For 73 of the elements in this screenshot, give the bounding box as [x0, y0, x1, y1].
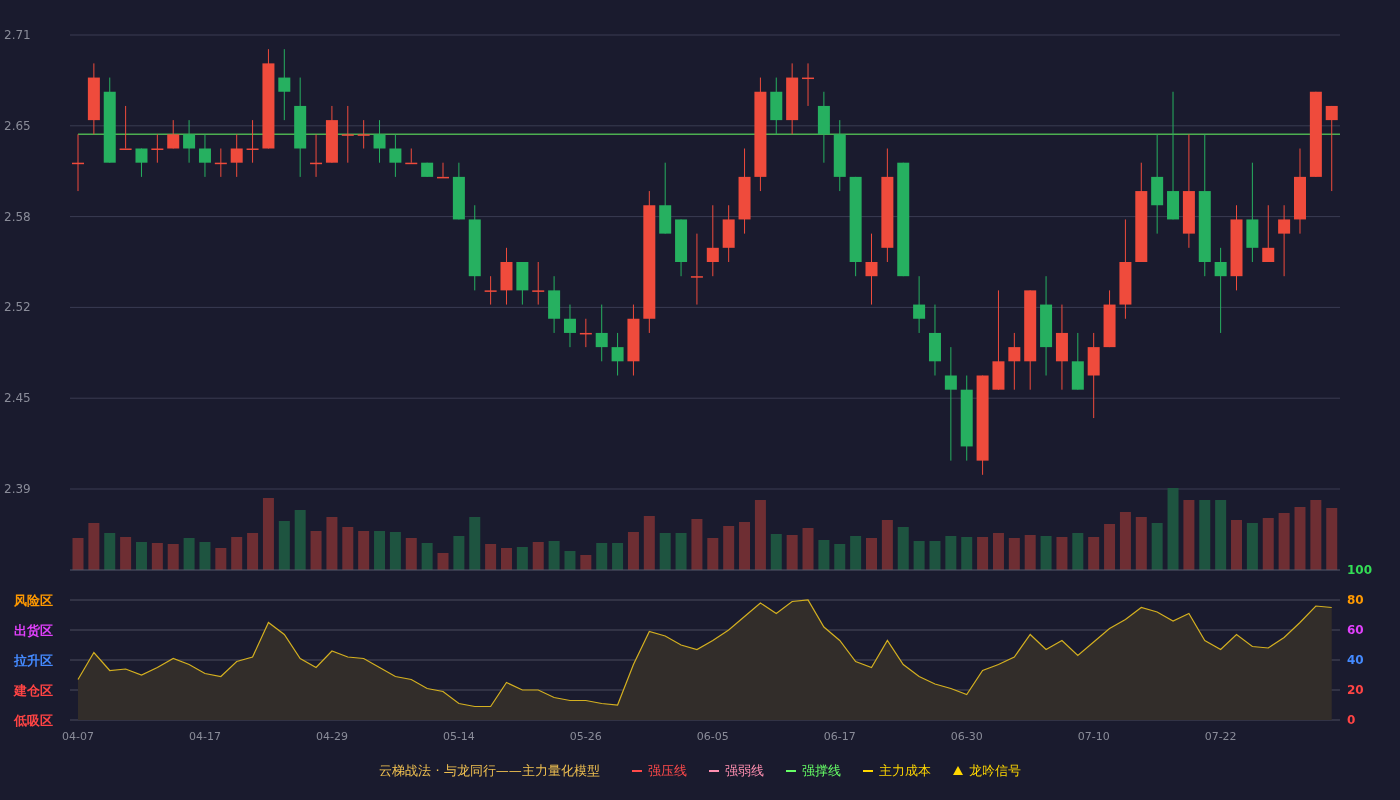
candlestick	[595, 304, 608, 362]
candlestick	[230, 133, 243, 178]
axis-label: 2.45	[4, 391, 31, 406]
zone-label: 出货区	[14, 623, 53, 638]
candlestick	[72, 133, 84, 192]
axis-label: 40	[1347, 653, 1364, 667]
zone-label: 风险区	[14, 593, 53, 608]
candlestick	[1103, 289, 1116, 348]
legend-label: 主力成本	[878, 761, 931, 780]
axis-label: 06-30	[950, 730, 983, 743]
axis-label: 2.58	[4, 209, 31, 224]
candlestick	[151, 133, 164, 164]
candlestick	[198, 133, 211, 178]
candlestick	[500, 247, 513, 306]
candlestick	[135, 148, 148, 178]
candlestick	[246, 119, 259, 164]
axis-label: 07-10	[1077, 730, 1110, 743]
candlestick	[341, 105, 354, 164]
candlestick	[405, 148, 418, 165]
axis-label: 60	[1347, 623, 1364, 637]
candlestick	[119, 105, 132, 150]
axis-label: 06-05	[696, 730, 729, 743]
axis-label: 2.65	[4, 118, 31, 133]
candlestick	[532, 261, 545, 306]
candlestick	[579, 318, 592, 348]
candlestick	[563, 304, 576, 348]
candlestick	[1071, 332, 1084, 391]
axis-label: 04-17	[189, 730, 221, 743]
axis-label: 0	[1347, 713, 1356, 727]
legend-label: 强压线	[647, 761, 687, 780]
candlestick	[167, 119, 180, 149]
candlestick	[452, 162, 465, 220]
zone-label: 拉升区	[14, 653, 53, 668]
candlestick	[373, 119, 386, 164]
legend-label: 强弱线	[724, 761, 764, 780]
zone-label: 低吸区	[14, 713, 53, 728]
candlestick	[913, 275, 926, 334]
axis-label: 05-14	[442, 730, 475, 743]
legend-label: 强撑线	[801, 761, 841, 780]
candlestick	[310, 133, 323, 178]
candlestick	[325, 105, 338, 164]
axis-label: 20	[1347, 683, 1364, 697]
candlestick	[357, 119, 370, 149]
candlestick	[389, 133, 402, 178]
legend-title: 云梯战法 · 与龙同行——主力量化模型	[379, 761, 600, 780]
candlestick	[722, 204, 735, 263]
candlestick	[214, 148, 227, 178]
candlestick	[421, 162, 434, 178]
candlestick	[484, 275, 497, 306]
axis-label: 100	[1347, 563, 1373, 577]
axis-label: 2.39	[4, 482, 31, 496]
candlestick	[611, 332, 624, 376]
axis-label: 2.52	[4, 300, 31, 315]
candlestick	[183, 119, 196, 164]
axis-label: 06-17	[823, 730, 856, 743]
candlestick	[675, 218, 688, 277]
axis-label: 05-26	[569, 730, 602, 743]
candlestick	[1262, 204, 1275, 263]
axis-label: 04-29	[315, 730, 348, 743]
candlestick	[548, 275, 561, 334]
axis-label: 80	[1347, 593, 1364, 607]
candlestick	[770, 77, 783, 135]
legend-label: 龙吟信号	[968, 761, 1021, 780]
candlestick	[929, 304, 941, 376]
axis-label: 04-07	[62, 730, 94, 743]
axis-label: 2.71	[4, 28, 31, 42]
candlestick	[437, 162, 449, 179]
candlestick	[627, 304, 640, 376]
candlestick	[802, 62, 814, 107]
axis-label: 07-22	[1204, 730, 1237, 743]
candlestick	[1008, 332, 1021, 391]
candlestick	[516, 261, 529, 306]
zone-label: 建仓区	[14, 683, 53, 698]
